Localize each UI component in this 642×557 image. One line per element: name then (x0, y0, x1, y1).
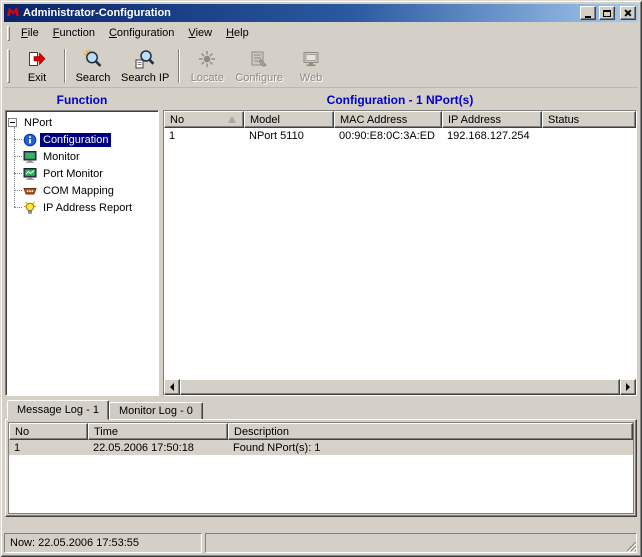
menu-file[interactable]: File (14, 24, 46, 42)
tree-item-configuration[interactable]: Configuration (14, 131, 156, 148)
menu-function[interactable]: Function (46, 24, 102, 42)
status-now: Now: 22.05.2006 17:53:55 (4, 533, 202, 553)
log-column-header-no[interactable]: No (9, 423, 88, 440)
log-table-header: No Time Description (9, 423, 633, 440)
log-cell-description: Found NPort(s): 1 (228, 442, 633, 454)
nport-table: No Model MAC Address IP Address Status 1… (163, 110, 637, 396)
configure-icon (249, 49, 269, 69)
minimize-icon (585, 16, 591, 18)
table-row[interactable]: 1 NPort 5110 00:90:E8:0C:3A:ED 192.168.1… (164, 128, 636, 144)
function-tree-container: NPort Configuration (5, 110, 159, 396)
cell-model: NPort 5110 (244, 130, 334, 142)
tree-expand-icon[interactable] (8, 118, 17, 127)
port-monitor-icon (23, 167, 37, 181)
tree-item-monitor[interactable]: Monitor (14, 148, 156, 165)
menu-configuration[interactable]: Configuration (102, 24, 181, 42)
column-header-ip-address[interactable]: IP Address (442, 111, 542, 128)
exit-icon (27, 49, 47, 69)
tree-root-label[interactable]: NPort (21, 116, 55, 130)
configuration-panel: Configuration - 1 NPort(s) No Model MAC … (163, 90, 637, 396)
search-button[interactable]: Search (70, 47, 116, 85)
log-cell-no: 1 (9, 442, 88, 454)
status-bar: Now: 22.05.2006 17:53:55 (4, 533, 638, 553)
lightbulb-icon (23, 201, 37, 215)
log-column-header-time[interactable]: Time (88, 423, 228, 440)
toolbar-grip[interactable] (7, 49, 10, 83)
app-icon (6, 5, 20, 21)
com-mapping-icon (23, 184, 37, 198)
web-icon (301, 49, 321, 69)
monitor-icon (23, 150, 37, 164)
log-table: No Time Description 1 22.05.2006 17:50:1… (8, 422, 634, 514)
tab-message-log[interactable]: Message Log - 1 (7, 400, 109, 420)
menu-grip[interactable] (7, 26, 10, 41)
cell-ip-address: 192.168.127.254 (442, 130, 542, 142)
horizontal-scrollbar[interactable] (164, 379, 636, 395)
tree-item-ip-address-report[interactable]: IP Address Report (14, 199, 156, 216)
column-header-model[interactable]: Model (244, 111, 334, 128)
info-icon (23, 133, 37, 147)
scroll-right-button[interactable] (620, 379, 636, 395)
resize-grip-icon (625, 540, 637, 552)
sort-ascending-icon (228, 116, 236, 123)
log-empty-area (9, 455, 633, 513)
tree-root-row[interactable]: NPort (8, 114, 156, 131)
minimize-button[interactable] (580, 6, 596, 20)
main-area: Function NPort Configuration (4, 90, 638, 396)
search-ip-button[interactable]: Search IP (116, 47, 174, 85)
configuration-panel-header: Configuration - 1 NPort(s) (163, 90, 637, 110)
menu-bar: File Function Configuration View Help (4, 22, 638, 44)
locate-button: Locate (184, 47, 230, 85)
column-header-mac-address[interactable]: MAC Address (334, 111, 442, 128)
scroll-right-icon (626, 383, 630, 391)
function-panel: Function NPort Configuration (5, 90, 159, 396)
log-cell-time: 22.05.2006 17:50:18 (88, 442, 228, 454)
close-icon (624, 9, 632, 17)
tree-item-com-mapping[interactable]: COM Mapping (14, 182, 156, 199)
scroll-left-icon (170, 383, 174, 391)
configure-button: Configure (230, 47, 288, 85)
window-title: Administrator-Configuration (23, 7, 577, 19)
column-header-no-label: No (170, 114, 184, 126)
window-filler (4, 517, 638, 533)
web-button: Web (288, 47, 334, 85)
search-icon (83, 49, 103, 69)
scroll-left-button[interactable] (164, 379, 180, 395)
tree-item-port-monitor[interactable]: Port Monitor (14, 165, 156, 182)
exit-button[interactable]: Exit (14, 47, 60, 85)
maximize-icon (603, 10, 611, 17)
app-window: Administrator-Configuration File Functio… (0, 0, 642, 557)
scrollbar-thumb[interactable] (180, 379, 620, 395)
locate-icon (197, 49, 217, 69)
tab-monitor-log[interactable]: Monitor Log - 0 (109, 402, 203, 419)
search-ip-icon (135, 49, 155, 69)
log-panel: Message Log - 1 Monitor Log - 0 No Time … (5, 399, 637, 517)
log-tab-page: No Time Description 1 22.05.2006 17:50:1… (5, 419, 637, 517)
tree-children: Configuration Monitor Port (14, 131, 156, 216)
resize-grip[interactable] (624, 539, 637, 552)
maximize-button[interactable] (599, 6, 615, 20)
column-header-no[interactable]: No (164, 111, 244, 128)
nport-table-header: No Model MAC Address IP Address Status (164, 111, 636, 128)
cell-mac-address: 00:90:E8:0C:3A:ED (334, 130, 442, 142)
toolbar-separator (64, 49, 66, 83)
title-bar: Administrator-Configuration (4, 4, 638, 22)
status-empty-panel (205, 533, 637, 553)
menu-view[interactable]: View (181, 24, 219, 42)
function-panel-header: Function (5, 90, 159, 110)
table-empty-area (164, 144, 636, 379)
close-button[interactable] (620, 6, 636, 20)
menu-help[interactable]: Help (219, 24, 256, 42)
function-tree: NPort Configuration (6, 111, 158, 219)
log-tabs: Message Log - 1 Monitor Log - 0 (5, 399, 637, 419)
log-row[interactable]: 1 22.05.2006 17:50:18 Found NPort(s): 1 (9, 440, 633, 455)
toolbar-separator (178, 49, 180, 83)
log-column-header-description[interactable]: Description (228, 423, 633, 440)
toolbar: Exit Search (4, 44, 638, 88)
cell-no: 1 (164, 130, 244, 142)
column-header-status[interactable]: Status (542, 111, 636, 128)
